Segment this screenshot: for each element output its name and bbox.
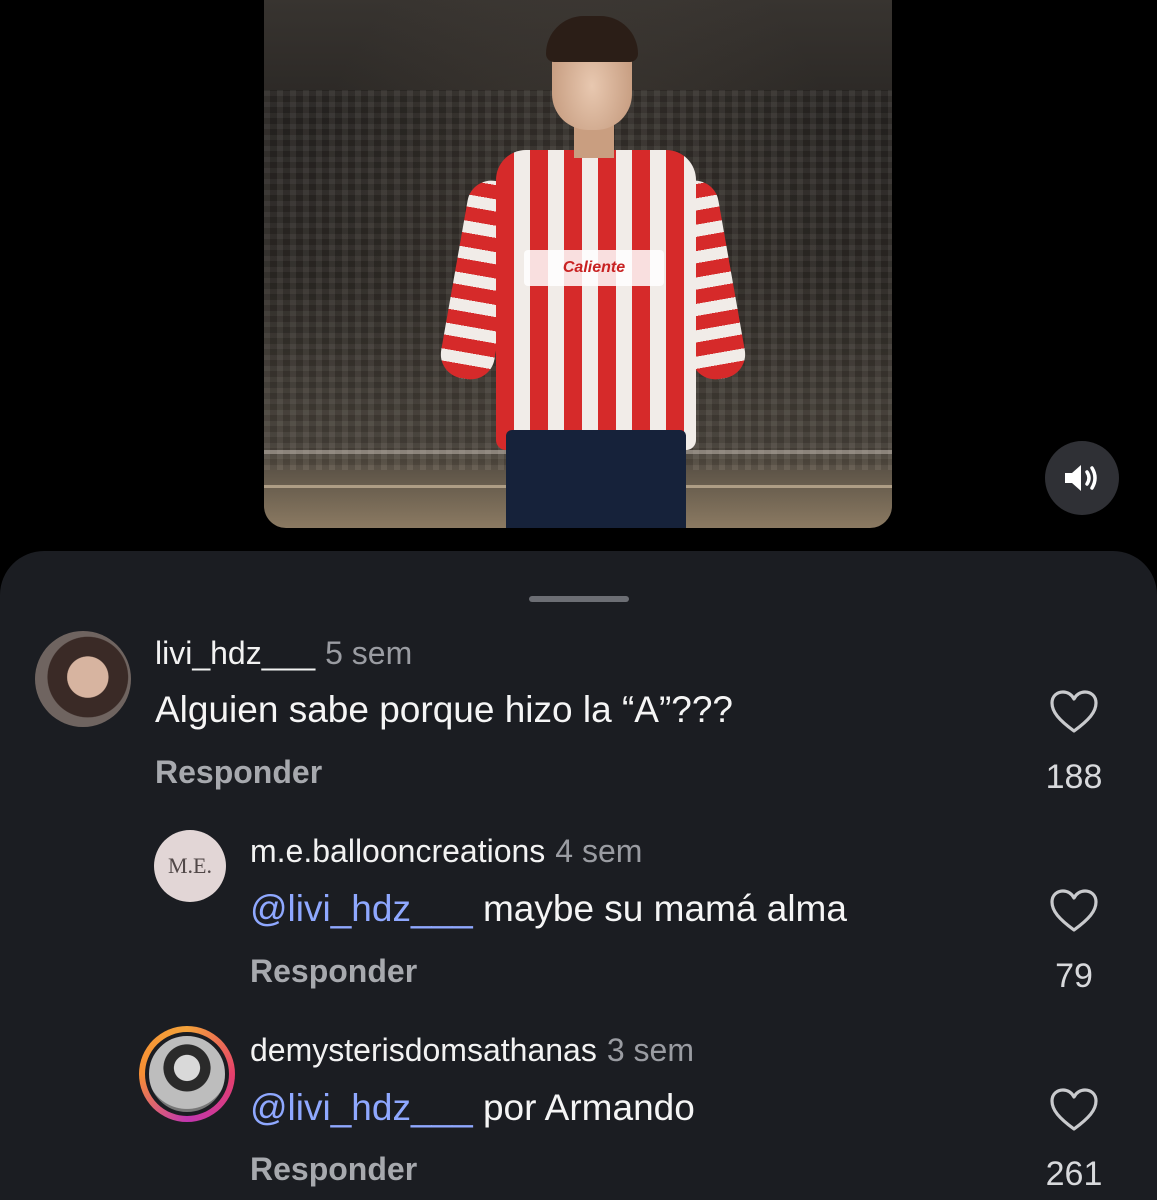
sound-toggle-button[interactable] xyxy=(1045,441,1119,515)
sheet-grabber[interactable] xyxy=(529,596,629,602)
heart-icon[interactable] xyxy=(1049,1087,1099,1133)
comment-time: 4 sem xyxy=(555,833,643,869)
player-figure: Caliente xyxy=(434,16,749,528)
avatar[interactable] xyxy=(35,631,131,727)
player-jersey xyxy=(496,150,696,450)
comment-header: m.e.ballooncreations 4 sem xyxy=(250,833,642,870)
reply-button[interactable]: Responder xyxy=(250,953,417,990)
comment-body: por Armando xyxy=(482,1087,695,1128)
speaker-icon xyxy=(1065,465,1097,491)
like-count: 261 xyxy=(1045,1155,1103,1193)
avatar[interactable]: M.E. xyxy=(154,830,226,902)
reply-button[interactable]: Responder xyxy=(250,1151,417,1188)
comment-header: demysterisdomsathanas 3 sem xyxy=(250,1032,694,1069)
like-count: 79 xyxy=(1055,957,1093,995)
player-shorts xyxy=(506,430,686,528)
comment-text: @livi_hdz___ por Armando xyxy=(250,1087,695,1129)
mention-link[interactable]: @livi_hdz___ xyxy=(250,888,473,929)
comment-body: maybe su mamá alma xyxy=(482,888,847,929)
username[interactable]: demysterisdomsathanas xyxy=(250,1032,597,1068)
heart-icon[interactable] xyxy=(1049,689,1099,735)
jersey-sponsor: Caliente xyxy=(524,250,664,286)
mention-link[interactable]: @livi_hdz___ xyxy=(250,1087,473,1128)
comment-header: livi_hdz___ 5 sem xyxy=(155,635,412,672)
player-hair xyxy=(546,16,638,62)
comment-time: 5 sem xyxy=(325,635,413,671)
comment-text: @livi_hdz___ maybe su mamá alma xyxy=(250,888,847,930)
avatar-logo-text: M.E. xyxy=(168,853,212,878)
comments-sheet: livi_hdz___ 5 sem Alguien sabe porque hiz… xyxy=(0,551,1157,1200)
comment-time: 3 sem xyxy=(606,1032,694,1068)
like-count: 188 xyxy=(1045,758,1103,796)
username[interactable]: livi_hdz___ xyxy=(155,635,315,671)
video-preview[interactable]: Caliente xyxy=(264,0,892,528)
avatar[interactable] xyxy=(145,1032,229,1116)
heart-icon[interactable] xyxy=(1049,888,1099,934)
reply-button[interactable]: Responder xyxy=(155,754,322,791)
comment-text: Alguien sabe porque hizo la “A”??? xyxy=(155,689,733,730)
username[interactable]: m.e.ballooncreations xyxy=(250,833,545,869)
